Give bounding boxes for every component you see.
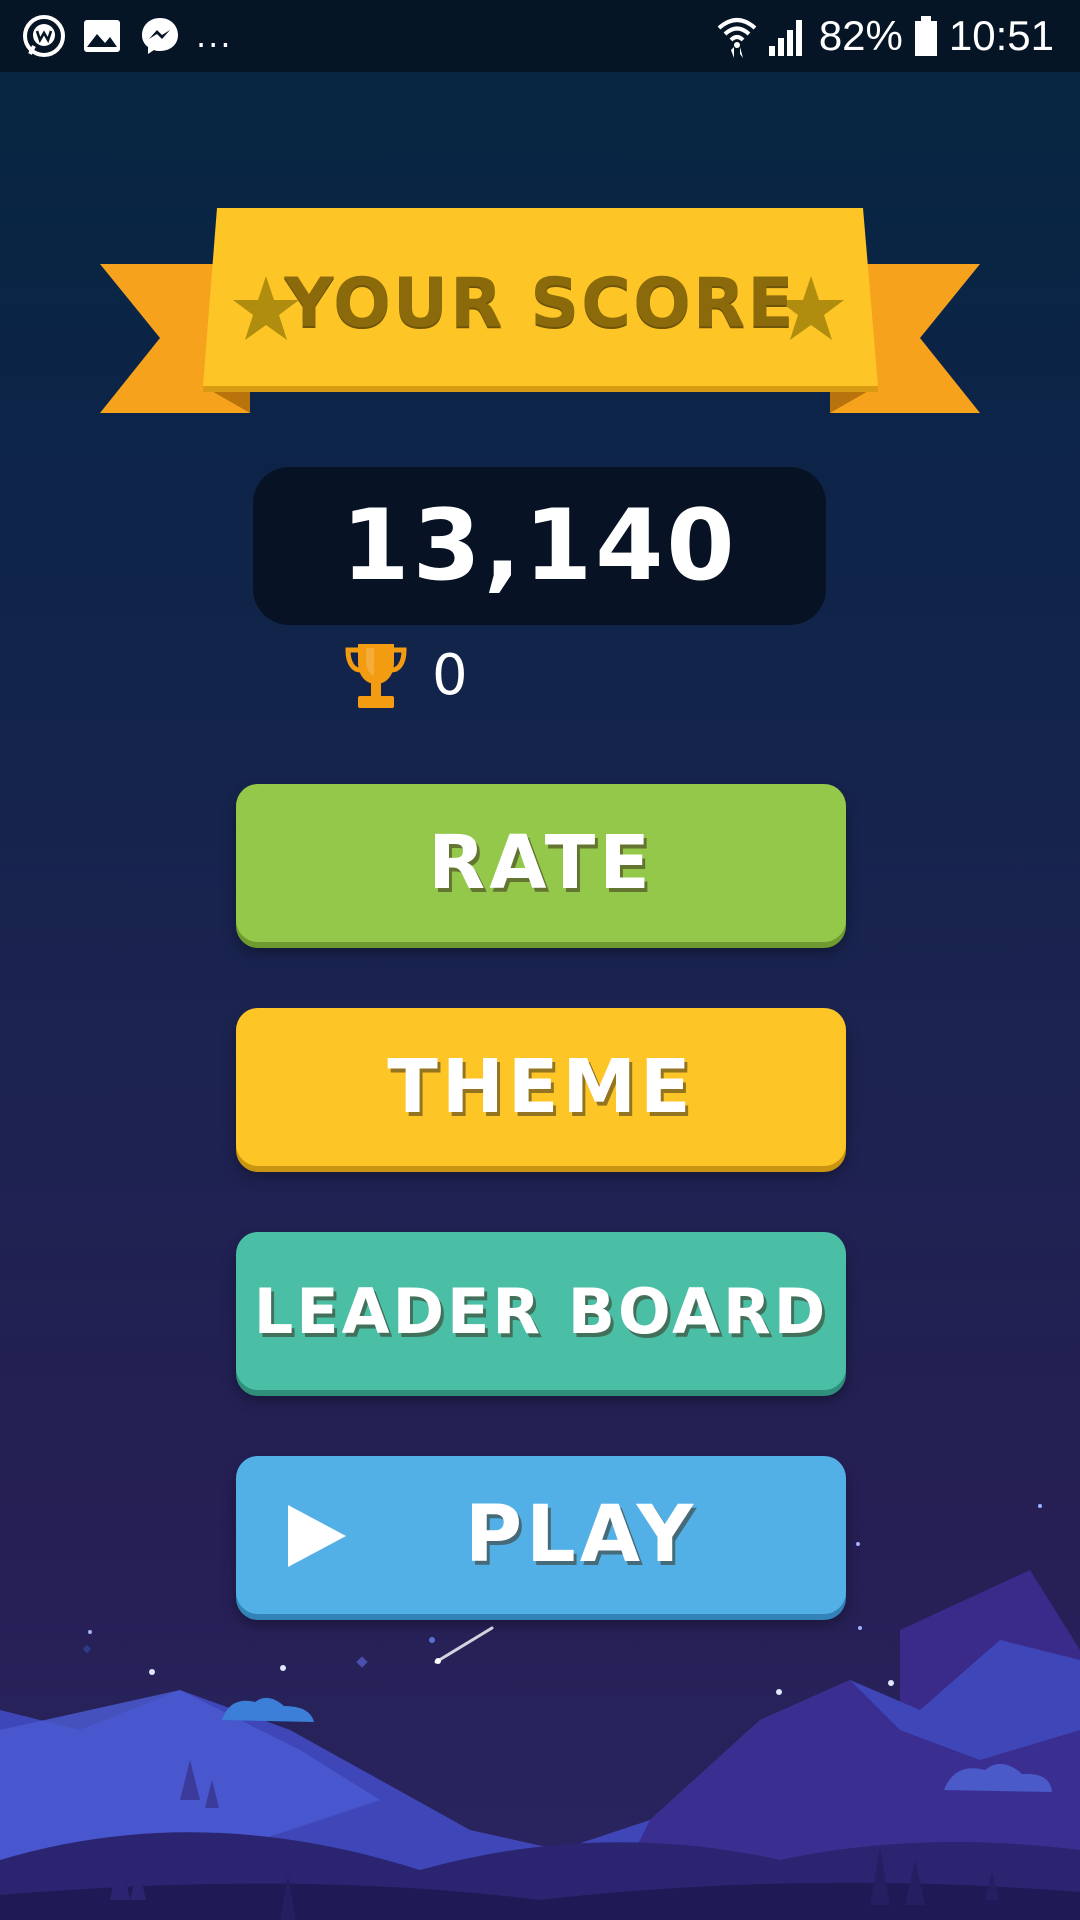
score-display: 13,140	[253, 467, 826, 625]
your-score-banner: YOUR SCORE	[100, 206, 980, 416]
theme-button-label: THEME	[387, 1044, 695, 1130]
leaderboard-button[interactable]: LEADER BOARD	[236, 1232, 846, 1390]
workplace-chat-icon	[23, 15, 65, 57]
leaderboard-button-label: LEADER BOARD	[253, 1274, 829, 1348]
rate-button-label: RATE	[428, 820, 654, 906]
trophy-icon	[345, 644, 407, 708]
wifi-icon	[717, 18, 757, 58]
best-score: 0	[344, 640, 468, 712]
status-system: 82% 10:51	[717, 10, 1054, 62]
status-notifications: ...	[22, 14, 233, 58]
mountain-scenery	[0, 1504, 1080, 1920]
rate-button[interactable]: RATE	[236, 784, 846, 942]
signal-icon	[768, 20, 802, 56]
more-notifications: ...	[196, 17, 233, 55]
clock: 10:51	[948, 12, 1054, 59]
messenger-icon	[142, 18, 178, 54]
theme-button[interactable]: THEME	[236, 1008, 846, 1166]
battery-icon	[914, 16, 937, 56]
best-score-value: 0	[432, 643, 468, 708]
gallery-icon	[84, 20, 120, 52]
status-bar: ... 82% 10:51	[0, 0, 1080, 72]
battery-percentage: 82%	[818, 12, 903, 59]
banner-title: YOUR SCORE	[284, 264, 796, 343]
score-value: 13,140	[341, 489, 738, 603]
